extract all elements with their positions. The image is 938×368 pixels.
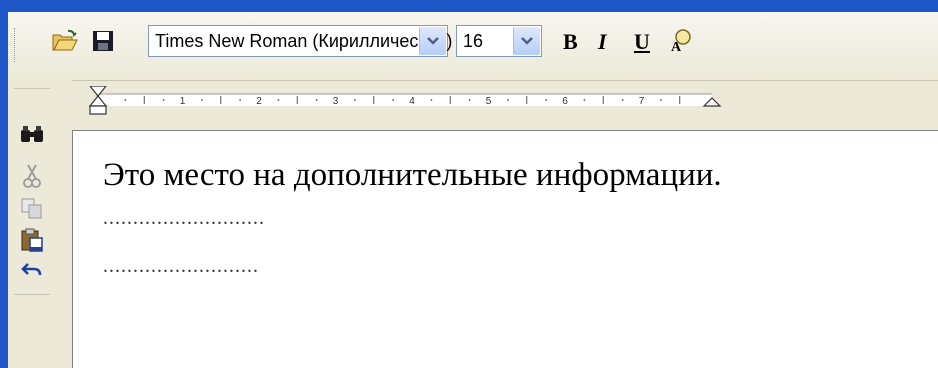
ruler-number: 1: [180, 96, 186, 107]
toolbar-separator: [14, 294, 50, 295]
ruler-dot: [200, 99, 203, 101]
folder-open-icon[interactable]: [50, 26, 80, 56]
ruler-number: 5: [486, 96, 492, 107]
ruler-dot: [545, 99, 548, 101]
ruler-dot: [621, 99, 624, 101]
chevron-down-icon[interactable]: [419, 27, 446, 55]
toolbar-separator: [14, 88, 50, 89]
font-name-select[interactable]: Times New Roman (Кириллический): [148, 25, 452, 57]
formatting-toolbar: Times New Roman (Кириллический) 16 B I U…: [8, 12, 938, 81]
ruler-dot: [315, 99, 318, 101]
save-icon[interactable]: [88, 26, 118, 56]
ruler-dot: [392, 99, 395, 101]
ruler-dot: [583, 99, 586, 101]
binoculars-icon[interactable]: [18, 120, 46, 148]
toolbar-grip[interactable]: [14, 28, 18, 62]
bold-button[interactable]: B: [563, 29, 578, 55]
ruler-dot: [353, 99, 356, 101]
underline-button[interactable]: U: [634, 29, 650, 55]
ruler-dot: [506, 99, 509, 101]
document-area[interactable]: Это место на дополнительные информации. …: [72, 130, 938, 368]
document-dotted-line-2: ..........................: [103, 255, 259, 277]
ruler-dot: [124, 99, 127, 101]
svg-text:A: A: [671, 40, 682, 54]
font-size-value: 16: [463, 31, 484, 51]
scissors-icon[interactable]: [18, 162, 46, 190]
ruler-dot: [277, 99, 280, 101]
undo-icon[interactable]: [18, 256, 46, 284]
ruler-dot: [430, 99, 433, 101]
ruler-number: 7: [639, 96, 645, 107]
editing-toolbar: [8, 80, 72, 368]
ruler-number: 4: [409, 96, 415, 107]
ruler-dot: [162, 99, 165, 101]
editor-window: Times New Roman (Кириллический) 16 B I U…: [8, 12, 938, 368]
document-dotted-line-1: ...........................: [103, 207, 265, 229]
ruler-dot: [468, 99, 471, 101]
ruler-dot: [239, 99, 242, 101]
document-heading: Это место на дополнительные информации.: [103, 157, 722, 193]
paste-icon[interactable]: [18, 226, 46, 254]
copy-icon[interactable]: [18, 194, 46, 222]
horizontal-ruler: 1 2 3 4 5 6 7: [88, 86, 938, 130]
font-color-icon[interactable]: A: [666, 26, 696, 56]
ruler-number: 2: [256, 96, 262, 107]
ruler-number: 6: [562, 96, 568, 107]
chevron-down-icon[interactable]: [513, 27, 540, 55]
font-name-value: Times New Roman (Кириллический): [155, 31, 453, 51]
font-size-select[interactable]: 16: [456, 25, 542, 57]
ruler-number: 3: [333, 96, 339, 107]
ruler-dot: [659, 99, 662, 101]
italic-button[interactable]: I: [598, 29, 607, 55]
